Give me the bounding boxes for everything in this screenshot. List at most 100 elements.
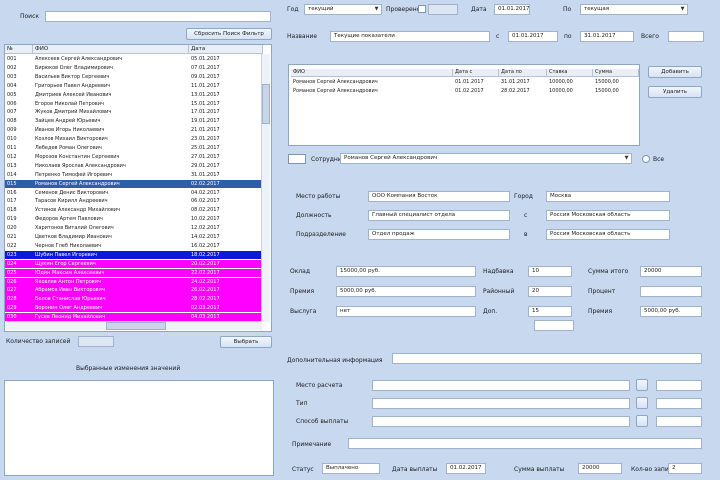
entries-grid[interactable]: ФИО Дата с Дата по Ставка Сумма Романов … [288,64,640,146]
list-item[interactable]: 002 Бирюков Олег Владимирович 07.01.2017 [5,64,263,72]
list-item[interactable]: 020 Харитонов Виталий Олегович 12.02.2017 [5,224,263,232]
param-extra-input[interactable] [534,320,574,331]
grid-header-date-to[interactable]: Дата по [499,69,547,77]
bottom-row-extra[interactable] [656,398,702,409]
list-item-date: 17.01.2017 [191,109,220,116]
to-date-input[interactable]: 31.01.2017 [580,31,634,42]
param-mid-input[interactable]: 10 [528,266,572,277]
list-item-date: 12.02.2017 [191,225,220,232]
grid-row[interactable]: Романов Сергей Александрович 01.02.2017 28… [289,87,639,95]
add-button[interactable]: Добавить [648,66,702,78]
list-vertical-scrollbar[interactable] [261,54,270,322]
param-input[interactable]: 15000,00 руб. [336,266,476,277]
pay-date-input[interactable]: 01.02.2017 [446,463,486,474]
changes-panel[interactable] [4,380,274,476]
list-item-number: 024 [7,260,17,267]
note-input[interactable] [348,438,702,449]
param-right-input[interactable]: 20000 [640,266,702,277]
list-item[interactable]: 004 Григорьев Павел Андреевич 11.01.2017 [5,82,263,90]
period-combo[interactable]: текущая ▼ [580,4,688,15]
list-item[interactable]: 010 Козлов Михаил Викторович 23.01.2017 [5,135,263,143]
list-item[interactable]: 027 Абрамов Иван Викторович 26.02.2017 [5,286,263,295]
date-input[interactable]: 01.01.2017 [494,4,530,15]
list-item[interactable]: 006 Егоров Николай Петрович 15.01.2017 [5,100,263,108]
name-input[interactable]: Текущие показатели [330,31,490,42]
list-item[interactable]: 007 Жуков Дмитрий Михайлович 17.01.2017 [5,108,263,116]
list-horizontal-scrollbar[interactable] [6,321,262,330]
bottom-row-input[interactable] [372,416,630,427]
info-value-input[interactable]: ООО Компания Восток [368,191,510,202]
grid-row[interactable]: Романов Сергей Александрович 01.01.2017 31… [289,78,639,86]
list-item[interactable]: 012 Морозов Константин Сергеевич 27.01.201… [5,153,263,161]
grid-header-sum[interactable]: Сумма [593,69,639,77]
info-right-input[interactable]: Россия Московская область [546,210,670,221]
list-item[interactable]: 016 Семенов Денис Викторович 04.02.2017 [5,189,263,197]
info-value-input[interactable]: Главный специалист отдела [368,210,510,221]
bottom-row-extra[interactable] [656,416,702,427]
checked-checkbox[interactable] [418,5,426,13]
list-item[interactable]: 029 Воронин Олег Андреевич 02.03.2017 [5,304,263,313]
bottom-row-input[interactable] [372,398,630,409]
list-item[interactable]: 025 Юдин Максим Алексеевич 22.02.2017 [5,268,263,277]
list-header-number[interactable]: № [5,45,33,54]
year-combo[interactable]: текущий ▼ [304,4,382,15]
all-radio[interactable] [642,155,650,163]
list-item[interactable]: 018 Устинов Александр Михайлович 08.02.201… [5,206,263,214]
list-item[interactable]: 014 Петренко Тимофей Игоревич 31.01.2017 [5,171,263,179]
list-item[interactable]: 023 Шубин Павел Игоревич 18.02.2017 [5,250,263,260]
param-mid-input[interactable]: 15 [528,306,572,317]
count-input[interactable]: 2 [668,463,702,474]
bottom-row-button[interactable] [636,397,648,409]
bottom-row-input[interactable] [372,380,630,391]
select-button[interactable]: Выбрать [220,336,272,348]
param-mid-input[interactable]: 20 [528,286,572,297]
list-item[interactable]: 013 Николаев Ярослав Александрович 29.01.2… [5,162,263,170]
list-item[interactable]: 019 Федоров Артем Павлович 10.02.2017 [5,215,263,223]
list-item[interactable]: 028 Белов Станислав Юрьевич 28.02.2017 [5,295,263,304]
param-right-input[interactable] [640,286,702,297]
list-item[interactable]: 011 Лебедев Роман Олегович 25.01.2017 [5,144,263,152]
delete-button[interactable]: Удалить [648,86,702,98]
list-item[interactable]: 026 Яковлев Антон Петрович 24.02.2017 [5,277,263,286]
list-item[interactable]: 009 Иванов Игорь Николаевич 21.01.2017 [5,126,263,134]
status-label: Статус [292,466,314,473]
list-item[interactable]: 017 Тарасов Кирилл Андреевич 06.02.2017 [5,197,263,205]
list-item[interactable]: 021 Цветков Владимир Иванович 14.02.2017 [5,233,263,241]
bottom-row-button[interactable] [636,415,648,427]
employee-combo[interactable]: Романов Сергей Александрович ▼ [340,153,632,164]
list-item[interactable]: 003 Васильев Виктор Сергеевич 09.01.2017 [5,73,263,81]
pay-sum-input[interactable]: 20000 [578,463,622,474]
bottom-row-extra[interactable] [656,380,702,391]
list-item[interactable]: 005 Дмитриев Алексей Иванович 13.01.2017 [5,91,263,99]
from-date-input[interactable]: 01.01.2017 [508,31,558,42]
status-input[interactable]: Выплачено [322,463,380,474]
employee-checkbox[interactable] [288,154,306,164]
list-item[interactable]: 008 Зайцев Андрей Юрьевич 19.01.2017 [5,117,263,125]
list-header-name[interactable]: ФИО [33,45,189,54]
grid-header-date-from[interactable]: Дата с [453,69,499,77]
info-value-input[interactable]: Отдел продаж [368,229,510,240]
param-input[interactable]: нет [336,306,476,317]
search-input[interactable] [45,11,271,22]
param-right-input[interactable]: 5000,00 руб. [640,306,702,317]
grid-header-rate[interactable]: Ставка [547,69,593,77]
reset-filter-button[interactable]: Сбросить Поиск Фильтр [186,28,272,40]
list-item[interactable]: 015 Романов Сергей Александрович 02.02.201… [5,179,263,188]
list-item[interactable]: 022 Чернов Глеб Николаевич 16.02.2017 [5,242,263,250]
list-vscroll-thumb[interactable] [262,84,270,124]
total-input[interactable] [668,31,704,42]
additional-info-input[interactable] [392,353,702,364]
list-item-number: 027 [7,287,17,294]
param-input[interactable]: 5000,00 руб. [336,286,476,297]
bottom-row-button[interactable] [636,379,648,391]
list-item-date: 09.01.2017 [191,73,220,80]
info-right-input[interactable]: Россия Московская область [546,229,670,240]
list-hscroll-thumb[interactable] [106,322,166,330]
list-item-name: Белов Станислав Юрьевич [35,296,106,303]
records-list[interactable]: № ФИО Дата 001 Алексеев Сергей Александро… [4,44,272,332]
info-right-input[interactable]: Москва [546,191,670,202]
list-item[interactable]: 001 Алексеев Сергей Александрович 05.01.20… [5,55,263,63]
list-item[interactable]: 024 Щукин Егор Сергеевич 20.02.2017 [5,259,263,268]
list-header-date[interactable]: Дата [189,45,263,54]
grid-header-name[interactable]: ФИО [291,69,453,77]
